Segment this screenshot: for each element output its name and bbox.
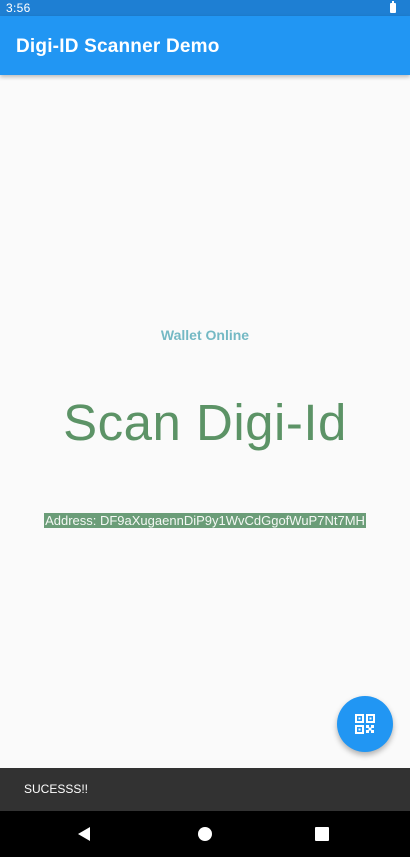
battery-icon [390,1,396,13]
navigation-bar [0,811,410,857]
back-icon [78,827,90,841]
status-bar: 3:56 [0,0,410,16]
qr-code-icon [355,714,375,734]
snackbar-message: SUCESSS!! [24,782,89,796]
main-content: Wallet Online Scan Digi-Id Address: DF9a… [0,75,410,768]
app-bar: Digi-ID Scanner Demo [0,16,410,75]
recents-button[interactable] [312,824,332,844]
scan-qr-button[interactable] [337,696,393,752]
recents-icon [315,827,329,841]
home-icon [198,827,212,841]
status-time: 3:56 [6,1,31,15]
scan-heading: Scan Digi-Id [63,394,347,451]
back-button[interactable] [75,824,95,844]
address-text: Address: DF9aXugaennDiP9y1WvCdGgofWuP7Nt… [44,513,366,528]
home-button[interactable] [195,824,215,844]
wallet-status-label: Wallet Online [160,327,250,343]
snackbar: SUCESSS!! [0,768,410,811]
app-title: Digi-ID Scanner Demo [16,36,220,57]
screen: 3:56 Digi-ID Scanner Demo Wallet Online … [0,0,410,857]
address-row: Address: DF9aXugaennDiP9y1WvCdGgofWuP7Nt… [0,512,410,530]
